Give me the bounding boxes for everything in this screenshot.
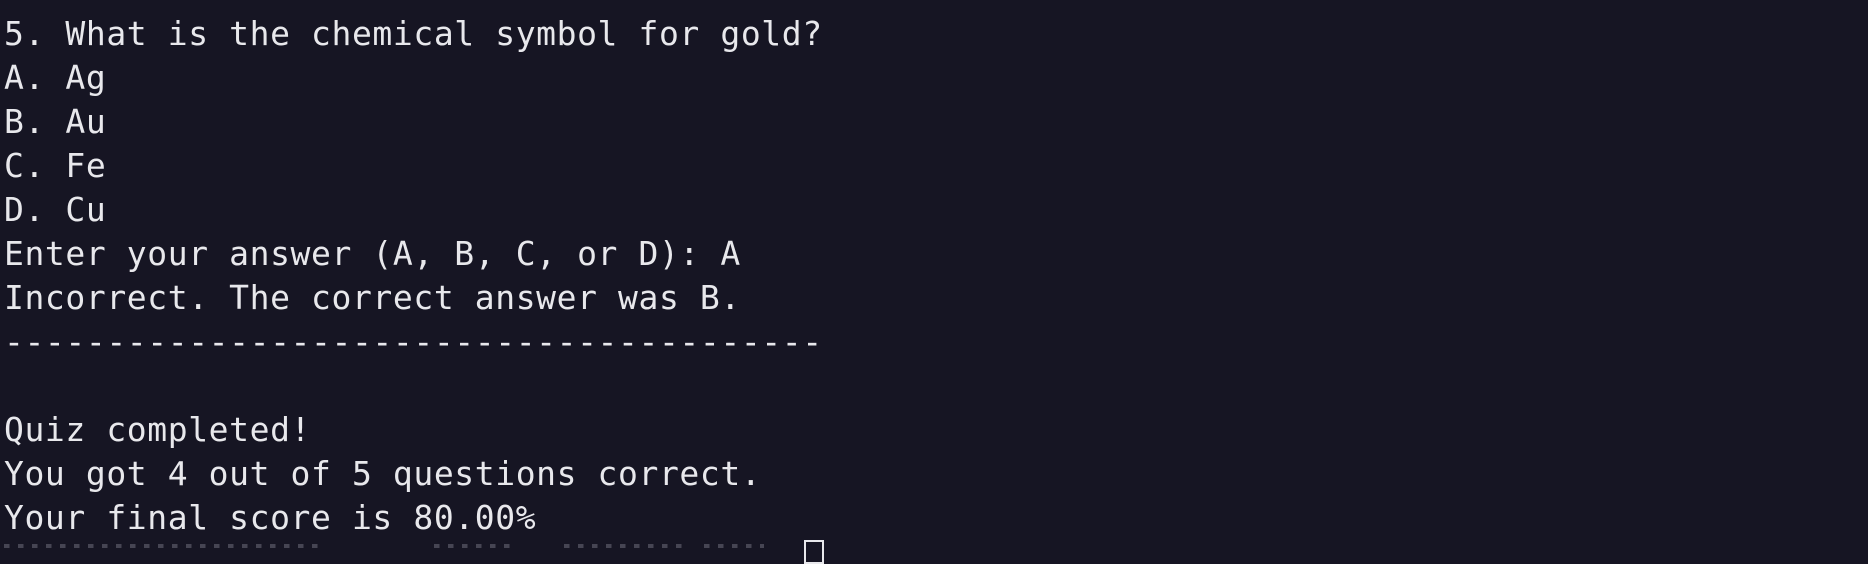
feedback-text: Incorrect. The correct answer was B. xyxy=(4,278,741,317)
summary-text: You got 4 out of 5 questions correct. xyxy=(4,454,762,493)
question-text: 5. What is the chemical symbol for gold? xyxy=(4,14,823,53)
prompt-fragment-2 xyxy=(434,544,514,548)
shell-prompt-partial xyxy=(4,536,804,549)
option-b: B. Au xyxy=(4,102,107,141)
option-a: A. Ag xyxy=(4,58,107,97)
separator-line: ---------------------------------------- xyxy=(4,322,823,361)
answer-prompt: Enter your answer (A, B, C, or D): A xyxy=(4,234,741,273)
option-d: D. Cu xyxy=(4,190,107,229)
terminal-cursor[interactable] xyxy=(804,540,824,564)
prompt-fragment-1 xyxy=(4,544,324,548)
final-score-text: Your final score is 80.00% xyxy=(4,498,537,537)
prompt-fragment-4 xyxy=(704,544,764,548)
terminal-window[interactable]: 5. What is the chemical symbol for gold?… xyxy=(0,0,1868,564)
prompt-fragment-3 xyxy=(564,544,684,548)
option-c: C. Fe xyxy=(4,146,107,185)
quiz-completed-text: Quiz completed! xyxy=(4,410,312,449)
shell-prompt-line xyxy=(4,536,904,549)
